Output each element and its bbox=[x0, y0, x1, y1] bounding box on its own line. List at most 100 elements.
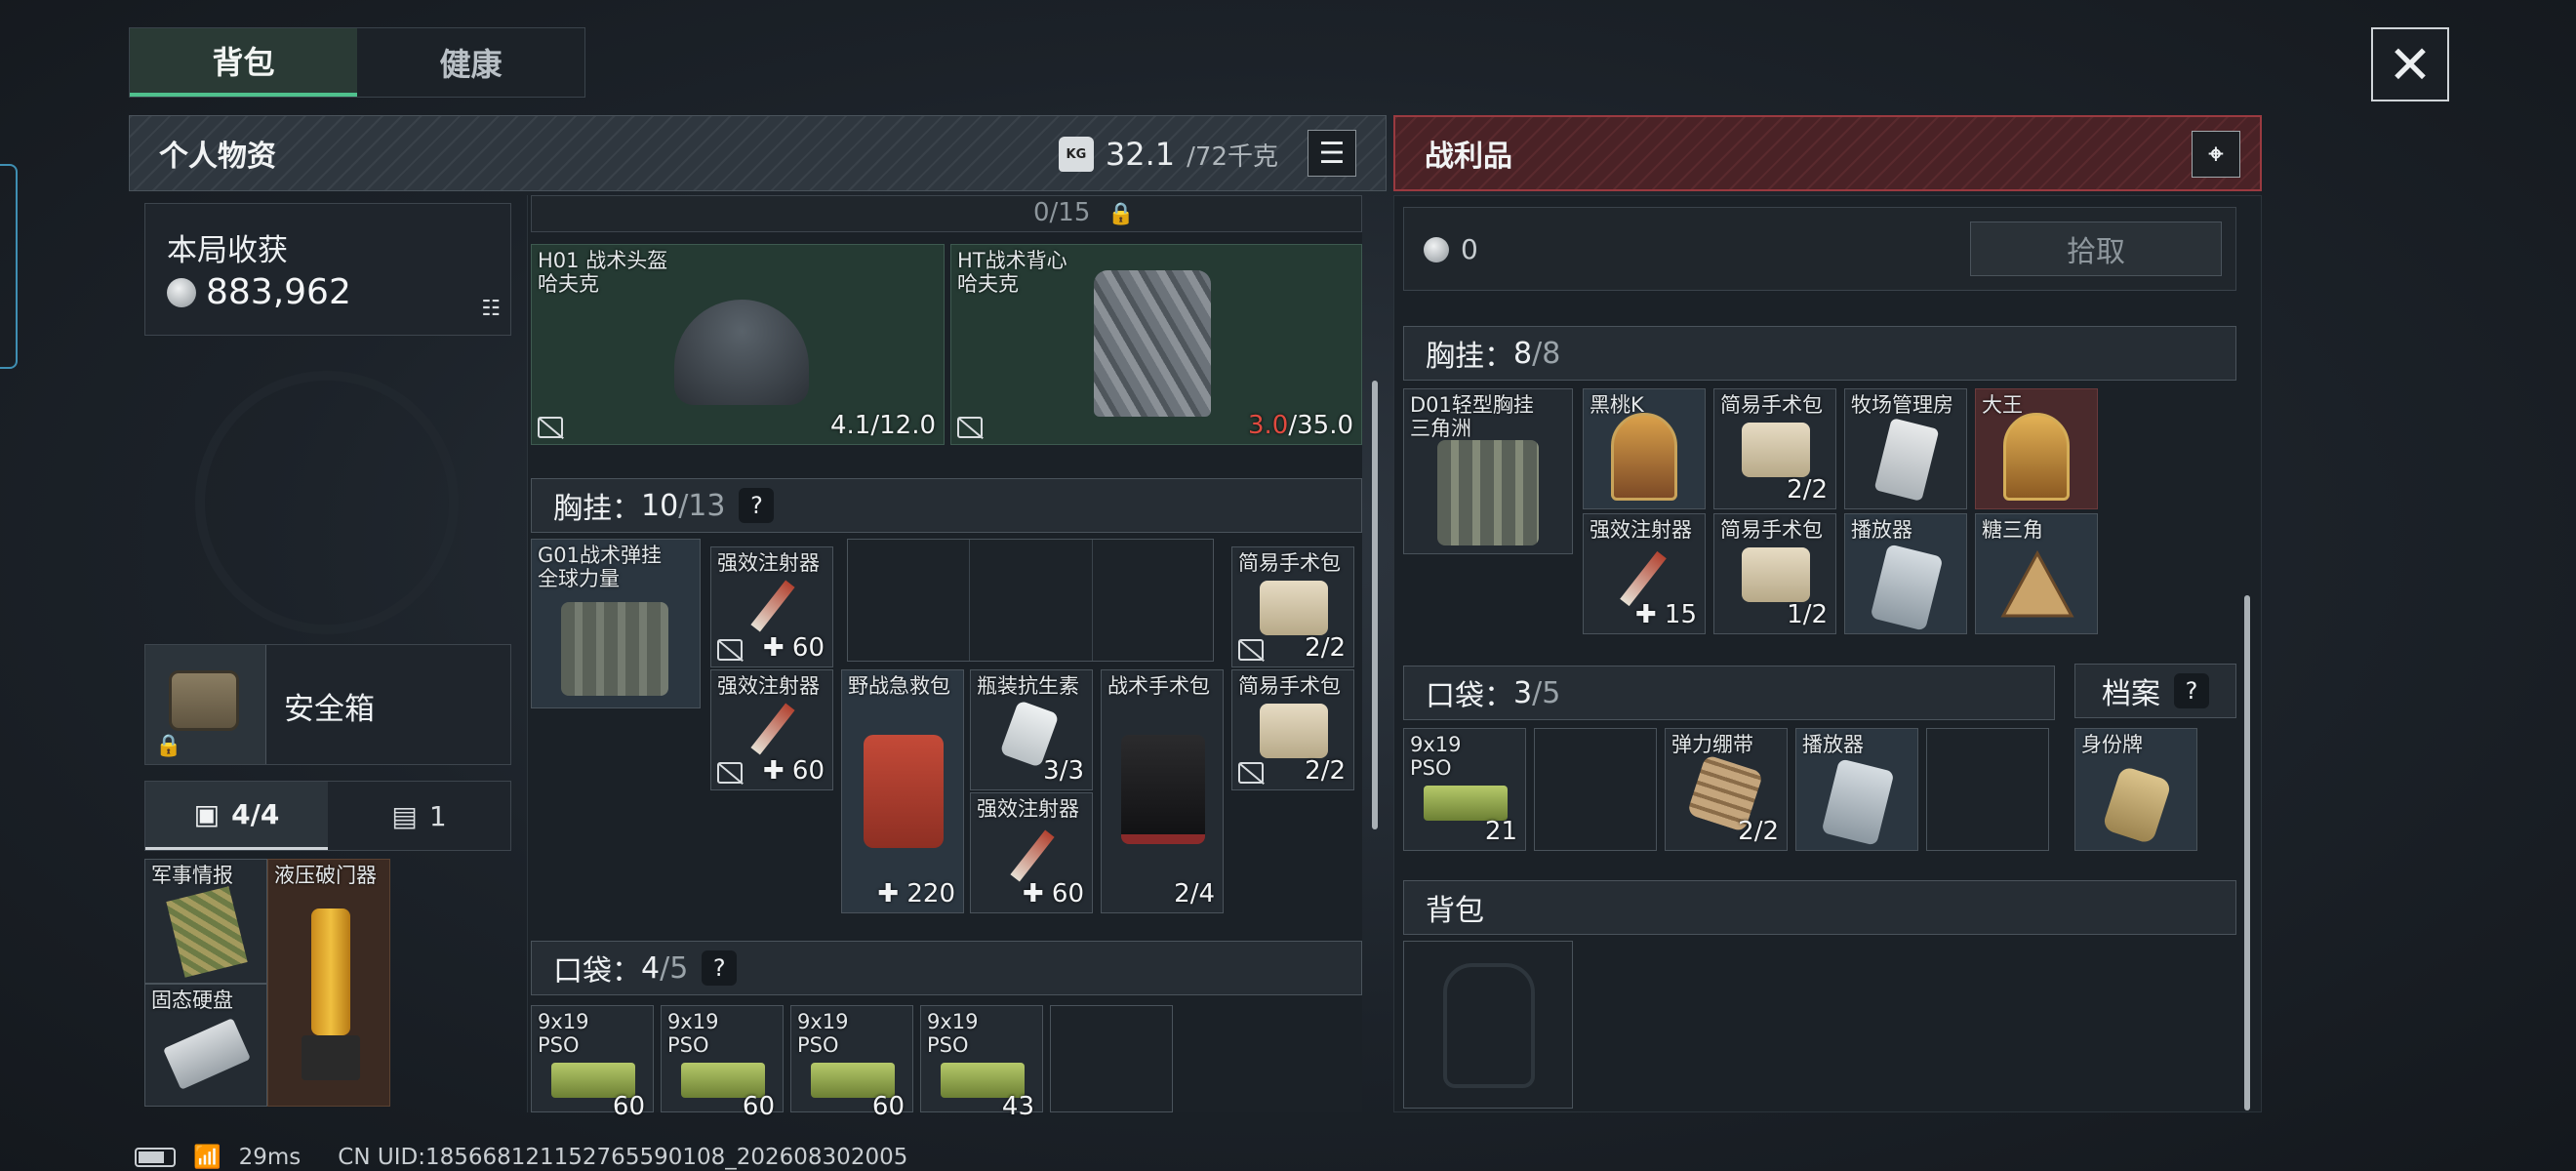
section-label: 口袋： bbox=[1426, 679, 1513, 713]
loot-player[interactable]: 播放器 bbox=[1844, 513, 1967, 634]
loot-dogtag[interactable]: 身份牌 bbox=[2074, 728, 2197, 851]
battery-icon bbox=[135, 1147, 176, 1167]
tab-backpack[interactable]: 背包 bbox=[130, 28, 357, 97]
pocket-ammo-1[interactable]: 9x19 PSO 60 bbox=[531, 1005, 654, 1121]
item-value: 3/3 bbox=[1043, 756, 1084, 786]
item-label: 瓶装抗生素 bbox=[977, 674, 1079, 698]
value-text: 220 bbox=[906, 879, 955, 909]
pocket-ammo-3[interactable]: 9x19 PSO 60 bbox=[790, 1005, 913, 1121]
loot-pocket-player[interactable]: 播放器 bbox=[1795, 728, 1918, 851]
tacpack-art bbox=[1121, 735, 1205, 844]
help-icon[interactable]: ? bbox=[739, 488, 775, 523]
item-label: 弹力绷带 bbox=[1671, 733, 1753, 756]
surgery-kit-art bbox=[1260, 581, 1328, 635]
pocket-ammo-2[interactable]: 9x19 PSO 60 bbox=[661, 1005, 784, 1121]
item-injector-1[interactable]: 强效注射器 ✚ 60 bbox=[710, 546, 833, 667]
surgery-kit-art bbox=[1260, 704, 1328, 758]
item-military-intel[interactable]: 军事情报 bbox=[144, 859, 267, 984]
counter-tab-case[interactable]: ▤ 1 bbox=[328, 782, 510, 850]
harvest-label: 本局收获 bbox=[167, 233, 288, 268]
section-capacity: /5 bbox=[1532, 675, 1561, 710]
item-hydraulic-breacher[interactable]: 液压破门器 bbox=[267, 859, 390, 1107]
location-button[interactable]: ⌖ bbox=[2192, 131, 2240, 178]
ping-value: 29ms bbox=[238, 1144, 302, 1170]
item-rig-g01[interactable]: G01战术弹挂 全球力量 bbox=[531, 539, 701, 708]
item-label: 简易手术包 bbox=[1720, 518, 1823, 542]
item-ssd[interactable]: 固态硬盘 bbox=[144, 984, 267, 1107]
vest-name: HT战术背心 bbox=[957, 249, 1067, 272]
section-capacity: /5 bbox=[660, 950, 689, 986]
item-label: 播放器 bbox=[1802, 733, 1864, 756]
loot-simple-surgery-kit-1[interactable]: 简易手术包 2/2 bbox=[1713, 388, 1836, 509]
counter-tab-safebox[interactable]: ▣ 4/4 bbox=[145, 782, 328, 850]
loot-ranch-room[interactable]: 牧场管理房 bbox=[1844, 388, 1967, 509]
pocket-empty-slot[interactable] bbox=[1050, 1005, 1173, 1112]
rig-name: D01轻型胸挂 bbox=[1410, 393, 1534, 417]
help-icon[interactable]: ? bbox=[2174, 673, 2209, 708]
item-tactical-surgery-kit[interactable]: 战术手术包 2/4 bbox=[1101, 669, 1224, 913]
sort-list-button[interactable]: ☰ bbox=[1308, 130, 1356, 177]
item-injector-3[interactable]: 强效注射器 ✚ 60 bbox=[970, 792, 1093, 913]
container-partial-row: 0/15 🔒 bbox=[531, 195, 1362, 232]
item-simple-surgery-kit-2[interactable]: 简易手术包 2/2 bbox=[1231, 669, 1354, 790]
left-scrollbar[interactable] bbox=[1372, 381, 1378, 829]
harvest-detail-icon[interactable]: ☷ bbox=[481, 297, 501, 321]
help-icon[interactable]: ? bbox=[702, 950, 738, 986]
harvest-box: 本局收获 883,962 ☷ bbox=[144, 203, 511, 336]
loot-simple-surgery-kit-2[interactable]: 简易手术包 1/2 bbox=[1713, 513, 1836, 634]
item-field-medkit[interactable]: 野战急救包 ✚ 220 bbox=[841, 669, 964, 913]
item-label: 身份牌 bbox=[2081, 733, 2143, 756]
ammo-count: 60 bbox=[742, 1092, 775, 1121]
right-scrollbar[interactable] bbox=[2244, 595, 2250, 1110]
item-label: 强效注射器 bbox=[1590, 518, 1692, 542]
rig-sub: 全球力量 bbox=[538, 567, 620, 590]
injector-art bbox=[750, 580, 795, 632]
loot-elastic-bandage[interactable]: 弹力绷带 2/2 bbox=[1665, 728, 1788, 851]
vest-durability: 3.0/35.0 bbox=[1248, 411, 1353, 440]
pocket-ammo-4[interactable]: 9x19 PSO 43 bbox=[920, 1005, 1043, 1121]
item-helmet[interactable]: H01 战术头盔 哈夫克 4.1/12.0 bbox=[531, 244, 945, 445]
loot-king[interactable]: 大王 bbox=[1975, 388, 2098, 509]
ammo-type: PSO bbox=[797, 1033, 839, 1057]
not-repairable-icon bbox=[957, 417, 983, 438]
side-drawer-handle[interactable] bbox=[0, 164, 18, 369]
loot-pocket-empty-1[interactable] bbox=[1534, 728, 1657, 851]
loot-pocket-empty-2[interactable] bbox=[1926, 728, 2049, 851]
medkit-art bbox=[864, 735, 944, 848]
loot-rig-d01[interactable]: D01轻型胸挂 三角洲 bbox=[1403, 388, 1573, 554]
item-simple-surgery-kit-1[interactable]: 简易手术包 2/2 bbox=[1231, 546, 1354, 667]
loot-pocket-ammo[interactable]: 9x19 PSO 21 bbox=[1403, 728, 1526, 851]
item-label: 糖三角 bbox=[1982, 518, 2043, 542]
rig-art bbox=[1437, 440, 1539, 545]
item-label: 液压破门器 bbox=[274, 864, 377, 887]
item-value: ✚ 15 bbox=[1634, 600, 1697, 629]
close-button[interactable]: ✕ bbox=[2371, 27, 2449, 101]
ssd-art bbox=[163, 1018, 251, 1090]
not-repairable-icon bbox=[717, 639, 743, 661]
case-icon: ▤ bbox=[391, 799, 418, 832]
tab-health[interactable]: 健康 bbox=[357, 28, 584, 97]
pickup-button[interactable]: 拾取 bbox=[1970, 222, 2222, 276]
loot-injector[interactable]: 强效注射器 ✚ 15 bbox=[1583, 513, 1706, 634]
loot-value: 0 bbox=[1424, 233, 1478, 265]
value-text: 60 bbox=[791, 633, 825, 663]
item-injector-2[interactable]: 强效注射器 ✚ 60 bbox=[710, 669, 833, 790]
loot-black-peach[interactable]: 黑桃K bbox=[1583, 388, 1706, 509]
empty-slots-row[interactable] bbox=[847, 539, 1214, 662]
loot-backpack-slot[interactable] bbox=[1403, 941, 1573, 1109]
not-repairable-icon bbox=[1238, 639, 1264, 661]
safebox-row[interactable]: 🔒 安全箱 bbox=[144, 644, 511, 765]
item-antibiotic[interactable]: 瓶装抗生素 3/3 bbox=[970, 669, 1093, 790]
rig-name: G01战术弹挂 bbox=[538, 544, 662, 567]
loot-candy-triangle[interactable]: 糖三角 bbox=[1975, 513, 2098, 634]
rig-sub: 三角洲 bbox=[1410, 417, 1471, 440]
ammo-count: 21 bbox=[1484, 817, 1517, 846]
ammo-caliber: 9x19 bbox=[1410, 733, 1462, 756]
not-repairable-icon bbox=[538, 417, 563, 438]
harvest-value: 883,962 bbox=[206, 272, 351, 312]
section-label: 口袋： bbox=[553, 954, 641, 989]
item-vest[interactable]: HT战术背心 哈夫克 3.0/35.0 bbox=[950, 244, 1362, 445]
ammo-type: PSO bbox=[927, 1033, 969, 1057]
card-art bbox=[1611, 413, 1677, 501]
keycard-art bbox=[1873, 418, 1940, 502]
